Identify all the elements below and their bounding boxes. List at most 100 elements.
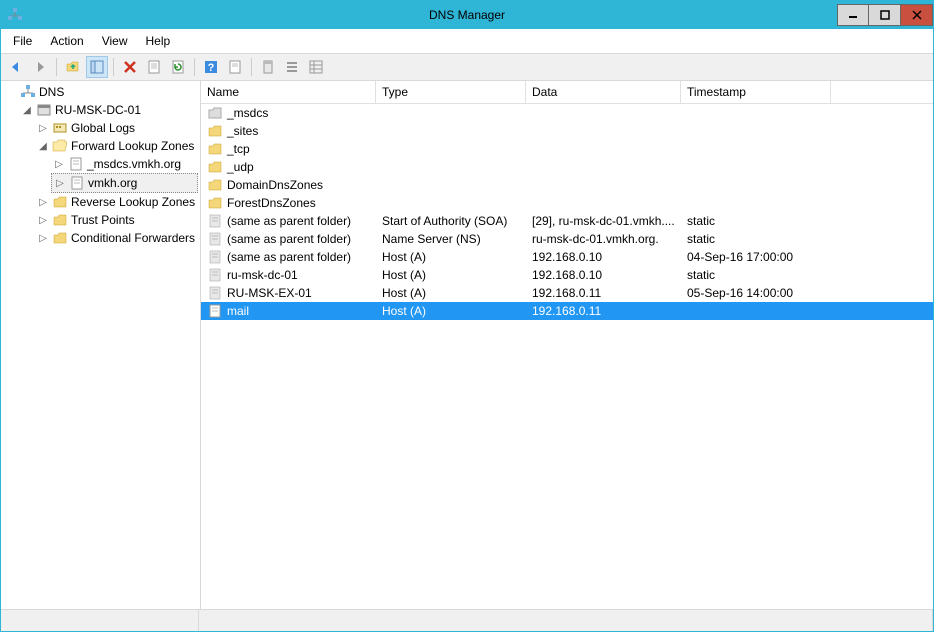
- cell-data: ru-msk-dc-01.vmkh.org.: [526, 231, 681, 247]
- list-body[interactable]: _msdcs _sites _tcp _udp DomainDnsZones F…: [201, 104, 933, 609]
- cell-text: ru-msk-dc-01: [227, 268, 298, 282]
- properties-button[interactable]: [143, 56, 165, 78]
- expand-icon[interactable]: ▷: [37, 122, 49, 134]
- cell-text: _sites: [227, 124, 258, 138]
- list-item-record[interactable]: (same as parent folder) Host (A) 192.168…: [201, 248, 933, 266]
- column-header-data[interactable]: Data: [526, 81, 681, 103]
- folder-icon: [207, 141, 223, 157]
- cell-data: 192.168.0.11: [526, 285, 681, 301]
- tree-zone-msdcs[interactable]: ▷ _msdcs.vmkh.org: [51, 155, 198, 173]
- tree-zone-vmkh[interactable]: ▷ vmkh.org: [51, 173, 198, 193]
- tree-label: _msdcs.vmkh.org: [87, 157, 181, 171]
- help-button[interactable]: ?: [200, 56, 222, 78]
- list-item-record[interactable]: (same as parent folder) Name Server (NS)…: [201, 230, 933, 248]
- tree-conditional-forwarders[interactable]: ▷ Conditional Forwarders: [35, 229, 198, 247]
- menu-file[interactable]: File: [5, 31, 40, 51]
- filter-button[interactable]: [257, 56, 279, 78]
- toolbar-separator: [251, 58, 252, 76]
- status-right: [199, 610, 933, 631]
- minimize-button[interactable]: [837, 4, 869, 26]
- expand-icon[interactable]: ▷: [37, 232, 49, 244]
- tree-server[interactable]: ◢ RU-MSK-DC-01: [19, 101, 198, 119]
- record-icon: [207, 213, 223, 229]
- collapse-icon[interactable]: ◢: [37, 140, 49, 152]
- menubar: File Action View Help: [1, 29, 933, 53]
- list-item-folder[interactable]: _msdcs: [201, 104, 933, 122]
- list-item-folder[interactable]: _udp: [201, 158, 933, 176]
- tree-label: Conditional Forwarders: [71, 231, 195, 245]
- server-icon: [36, 102, 52, 118]
- folder-icon: [207, 177, 223, 193]
- expand-icon[interactable]: ▷: [53, 158, 65, 170]
- expand-icon[interactable]: ▷: [54, 177, 66, 189]
- list-button[interactable]: [281, 56, 303, 78]
- record-icon: [207, 285, 223, 301]
- tree-label: DNS: [39, 85, 64, 99]
- delete-button[interactable]: [119, 56, 141, 78]
- tree-panel[interactable]: DNS ◢ RU-MSK-DC-01: [1, 81, 201, 609]
- main-area: DNS ◢ RU-MSK-DC-01: [1, 81, 933, 609]
- list-item-folder[interactable]: _tcp: [201, 140, 933, 158]
- maximize-button[interactable]: [869, 4, 901, 26]
- dns-app-icon: [7, 7, 23, 23]
- menu-action[interactable]: Action: [42, 31, 91, 51]
- refresh-button[interactable]: [167, 56, 189, 78]
- menu-view[interactable]: View: [94, 31, 136, 51]
- column-header-type[interactable]: Type: [376, 81, 526, 103]
- tree-root-dns[interactable]: DNS: [3, 83, 198, 101]
- new-record-button[interactable]: [224, 56, 246, 78]
- status-left: [1, 610, 199, 631]
- back-button[interactable]: [5, 56, 27, 78]
- tree-reverse-lookup-zones[interactable]: ▷ Reverse Lookup Zones: [35, 193, 198, 211]
- tree-forward-lookup-zones[interactable]: ◢ Forward Lookup Zones: [35, 137, 198, 155]
- list-item-folder[interactable]: _sites: [201, 122, 933, 140]
- column-header-timestamp[interactable]: Timestamp: [681, 81, 831, 103]
- column-header-name[interactable]: Name: [201, 81, 376, 103]
- record-icon: [207, 249, 223, 265]
- list-item-folder[interactable]: DomainDnsZones: [201, 176, 933, 194]
- collapse-icon[interactable]: ◢: [21, 104, 33, 116]
- zone-icon: [68, 156, 84, 172]
- cell-timestamp: static: [681, 213, 831, 229]
- cell-text: _tcp: [227, 142, 250, 156]
- cell-text: DomainDnsZones: [227, 178, 323, 192]
- record-icon: [207, 267, 223, 283]
- tree-label: vmkh.org: [88, 176, 137, 190]
- cell-data: 192.168.0.10: [526, 249, 681, 265]
- window-controls: [837, 4, 933, 26]
- folder-icon: [52, 230, 68, 246]
- tree-label: Reverse Lookup Zones: [71, 195, 195, 209]
- expand-icon[interactable]: ▷: [37, 196, 49, 208]
- tree-global-logs[interactable]: ▷ Global Logs: [35, 119, 198, 137]
- show-hide-tree-button[interactable]: [86, 56, 108, 78]
- details-button[interactable]: [305, 56, 327, 78]
- expander-icon[interactable]: [5, 86, 17, 98]
- list-item-record[interactable]: ru-msk-dc-01 Host (A) 192.168.0.10 stati…: [201, 266, 933, 284]
- toolbar: ?: [1, 53, 933, 81]
- list-item-record-selected[interactable]: mail Host (A) 192.168.0.11: [201, 302, 933, 320]
- cell-type: Start of Authority (SOA): [376, 213, 526, 229]
- list-item-record[interactable]: RU-MSK-EX-01 Host (A) 192.168.0.11 05-Se…: [201, 284, 933, 302]
- menu-help[interactable]: Help: [138, 31, 179, 51]
- toolbar-separator: [113, 58, 114, 76]
- list-item-folder[interactable]: ForestDnsZones: [201, 194, 933, 212]
- zone-icon: [69, 175, 85, 191]
- cell-text: RU-MSK-EX-01: [227, 286, 312, 300]
- folder-icon: [52, 212, 68, 228]
- tree-trust-points[interactable]: ▷ Trust Points: [35, 211, 198, 229]
- svg-text:?: ?: [208, 62, 215, 74]
- forward-button[interactable]: [29, 56, 51, 78]
- expand-icon[interactable]: ▷: [37, 214, 49, 226]
- cell-text: (same as parent folder): [227, 214, 351, 228]
- record-icon: [207, 303, 223, 319]
- folder-icon: [207, 159, 223, 175]
- up-button[interactable]: [62, 56, 84, 78]
- toolbar-separator: [56, 58, 57, 76]
- cell-timestamp: 05-Sep-16 14:00:00: [681, 285, 831, 301]
- statusbar: [1, 609, 933, 631]
- list-header: Name Type Data Timestamp: [201, 81, 933, 104]
- close-button[interactable]: [901, 4, 933, 26]
- toolbar-separator: [194, 58, 195, 76]
- window-title: DNS Manager: [1, 8, 933, 22]
- list-item-record[interactable]: (same as parent folder) Start of Authori…: [201, 212, 933, 230]
